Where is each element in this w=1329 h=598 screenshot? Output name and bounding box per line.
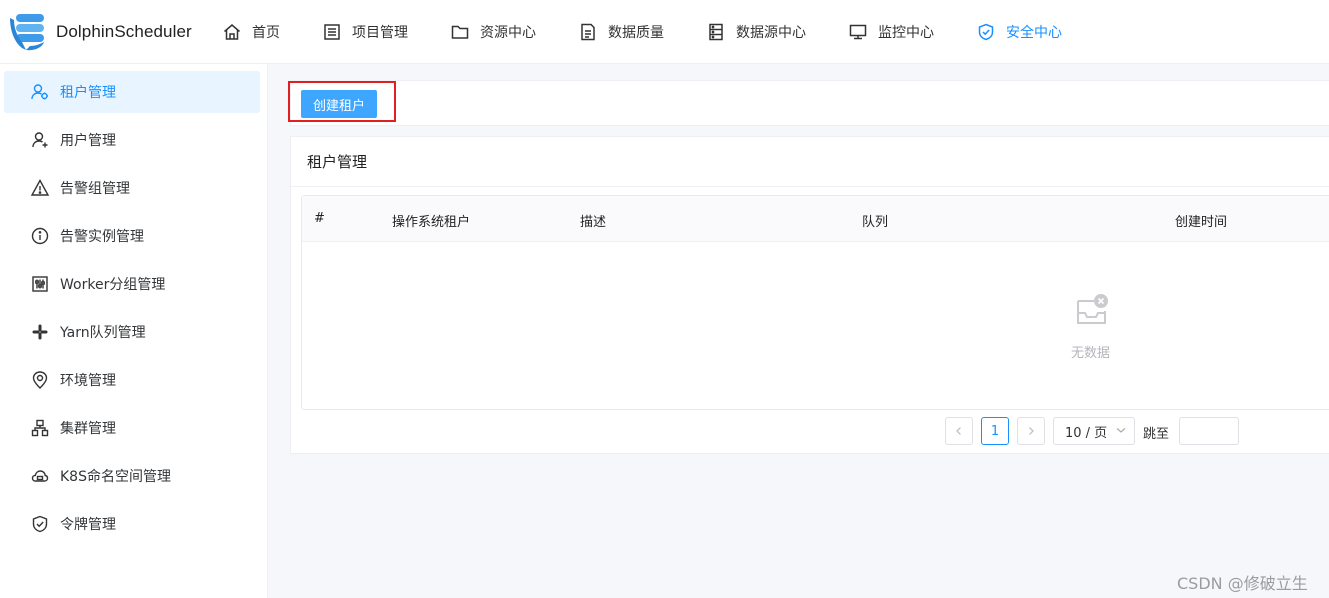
sidebar-item-label: 告警实例管理: [60, 229, 144, 245]
home-icon: [222, 22, 242, 42]
column-header: 描述: [580, 215, 607, 230]
sidebar-item-yarn-queue[interactable]: Yarn队列管理: [4, 311, 260, 353]
nav-label: 安全中心: [1006, 25, 1062, 41]
location-icon: [30, 370, 50, 390]
sidebar-item-label: 告警组管理: [60, 181, 130, 197]
sidebar-item-alert-group[interactable]: 告警组管理: [4, 167, 260, 209]
nav-label: 数据质量: [608, 25, 664, 41]
sidebar-item-label: 租户管理: [60, 85, 116, 101]
slider-box-icon: [30, 274, 50, 294]
nav-datasource[interactable]: 数据源中心: [706, 20, 806, 44]
chevron-down-icon: [1115, 424, 1127, 436]
nav-resources[interactable]: 资源中心: [450, 20, 536, 44]
jump-page-input[interactable]: [1179, 417, 1239, 445]
sidebar-item-users[interactable]: 用户管理: [4, 119, 260, 161]
dolphin-logo-icon: [8, 12, 52, 52]
user-add-icon: [30, 130, 50, 150]
page-number-button[interactable]: 1: [981, 417, 1009, 445]
empty-inbox-icon: [1074, 293, 1110, 329]
nav-data-quality[interactable]: 数据质量: [578, 20, 664, 44]
nav-label: 资源中心: [480, 25, 536, 41]
sidebar-item-worker-group[interactable]: Worker分组管理: [4, 263, 260, 305]
nav-home[interactable]: 首页: [222, 20, 280, 44]
shield-check-icon: [976, 22, 996, 42]
sidebar-item-label: 环境管理: [60, 373, 116, 389]
sidebar-item-label: K8S命名空间管理: [60, 469, 171, 485]
card-title: 租户管理: [307, 153, 368, 171]
column-header: 创建时间: [1175, 215, 1228, 230]
chevron-right-icon: [1026, 426, 1036, 436]
empty-text: 无数据: [1071, 346, 1111, 361]
nav-label: 首页: [252, 25, 280, 41]
nav-monitor[interactable]: 监控中心: [848, 20, 934, 44]
nav-label: 项目管理: [352, 25, 408, 41]
sidebar-item-k8s-namespace[interactable]: K8S命名空间管理: [4, 455, 260, 497]
highlight-frame: [288, 81, 396, 122]
sidebar-item-tenant[interactable]: 租户管理: [4, 71, 260, 113]
app-logo[interactable]: DolphinScheduler: [8, 12, 192, 52]
shield-token-icon: [30, 514, 50, 534]
nav-projects[interactable]: 项目管理: [322, 20, 408, 44]
sidebar-item-cluster[interactable]: 集群管理: [4, 407, 260, 449]
database-icon: [706, 22, 726, 42]
toolbar-card: [290, 80, 1329, 126]
app-name: DolphinScheduler: [56, 22, 192, 41]
sidebar-item-alert-instance[interactable]: 告警实例管理: [4, 215, 260, 257]
chevron-left-icon: [954, 426, 964, 436]
sidebar-item-label: Worker分组管理: [60, 277, 166, 293]
slack-icon: [30, 322, 50, 342]
info-circle-icon: [30, 226, 50, 246]
page-size-value: 10 / 页: [1065, 425, 1108, 441]
sidebar-item-label: Yarn队列管理: [60, 325, 146, 341]
sidebar-item-label: 集群管理: [60, 421, 116, 437]
tenant-table: # 操作系统租户 描述 队列 创建时间 无数据: [301, 195, 1329, 410]
monitor-icon: [848, 22, 868, 42]
nav-security[interactable]: 安全中心: [976, 20, 1062, 44]
sidebar-item-label: 令牌管理: [60, 517, 116, 533]
project-list-icon: [322, 22, 342, 42]
sidebar-item-environment[interactable]: 环境管理: [4, 359, 260, 401]
watermark: CSDN @修破立生: [1177, 574, 1308, 593]
jump-label: 跳至: [1143, 427, 1170, 442]
column-header: #: [314, 211, 325, 226]
warning-icon: [30, 178, 50, 198]
next-page-button[interactable]: [1017, 417, 1045, 445]
column-header: 操作系统租户: [392, 215, 471, 230]
document-icon: [578, 22, 598, 42]
cloud-icon: [30, 466, 50, 486]
cluster-icon: [30, 418, 50, 438]
tenant-icon: [30, 82, 50, 102]
column-header: 队列: [862, 215, 889, 230]
sidebar-item-token[interactable]: 令牌管理: [4, 503, 260, 545]
card-divider: [291, 186, 1329, 187]
top-header: DolphinScheduler 首页 项目管理 资源中心 数据质量 数据源中心: [0, 0, 1329, 64]
folder-icon: [450, 22, 470, 42]
table-header: # 操作系统租户 描述 队列 创建时间: [302, 196, 1329, 242]
prev-page-button[interactable]: [945, 417, 973, 445]
nav-label: 数据源中心: [736, 25, 806, 41]
nav-label: 监控中心: [878, 25, 934, 41]
page-size-select[interactable]: 10 / 页: [1053, 417, 1135, 445]
sidebar-item-label: 用户管理: [60, 133, 116, 149]
